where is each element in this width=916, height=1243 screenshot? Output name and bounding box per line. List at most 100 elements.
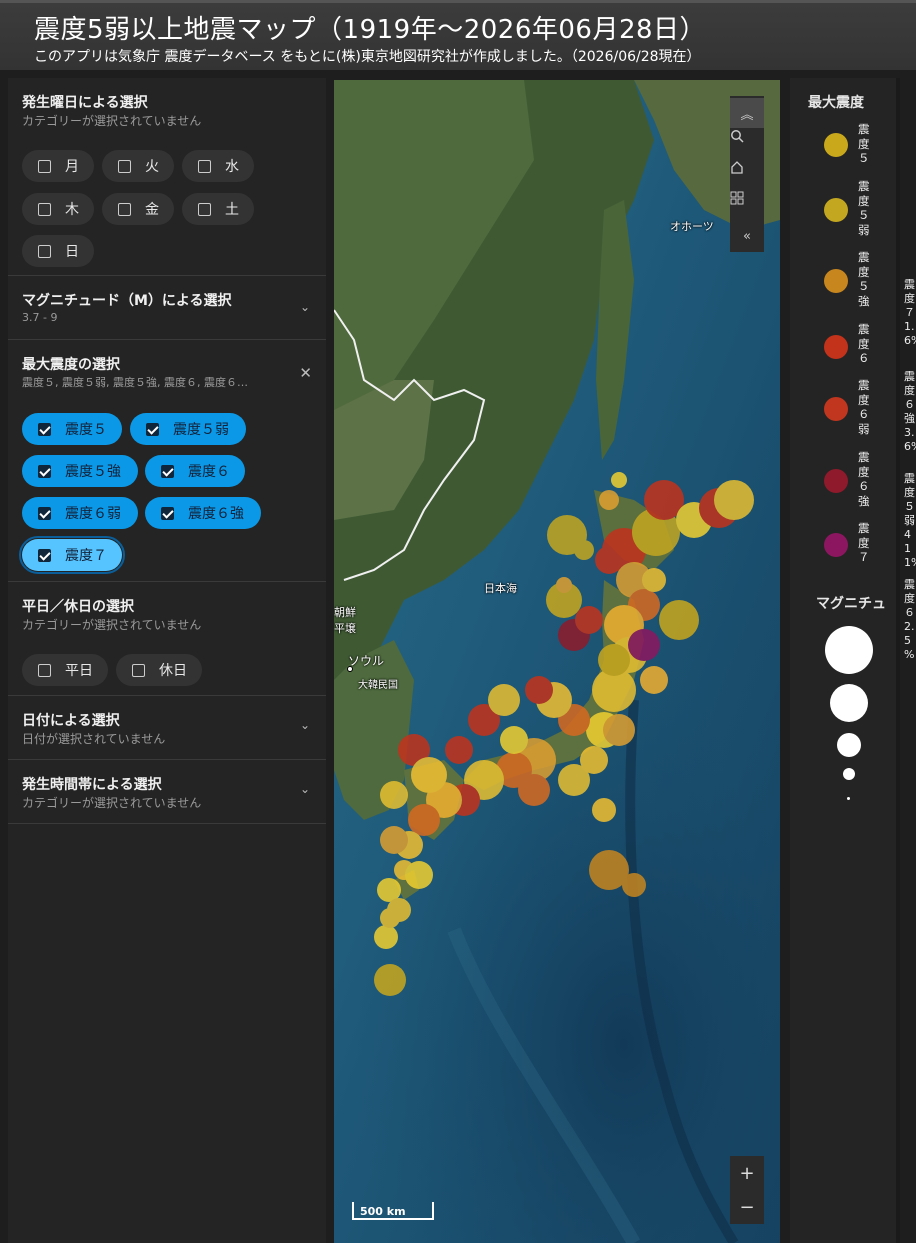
chip-label: 金 [145,202,159,218]
legend-label: 震度５弱 [858,179,870,237]
chip-intensity-5[interactable]: 震度５ [22,413,122,445]
magnitude-range: 3.7 - 9 [22,311,58,324]
map-label-korea: 大韓民国 [358,680,398,691]
chip-intensity-6[interactable]: 震度６ [145,455,245,487]
chevrons-left-icon[interactable]: « [730,221,764,251]
clipped-stat: 震度５弱 41 1% [904,472,916,569]
magnitude-legend-title: マグニチュ [816,596,886,612]
chip-weekday-thu[interactable]: 木 [22,193,94,225]
chip-label: 火 [145,159,159,175]
legend-title: 最大震度 [808,95,864,111]
seoul-point-icon [347,666,353,672]
legend-swatch-5-upper [824,269,848,293]
holiday-filter: 平日／休日の選択 カテゴリーが選択されていません 平日 休日 [8,582,326,696]
chip-label: 平日 [65,663,93,679]
search-icon[interactable] [730,129,764,159]
legend-label: 震度６強 [858,450,870,508]
chip-weekday-mon[interactable]: 月 [22,150,94,182]
filter-panel: 発生曜日による選択 カテゴリーが選択されていません 月 火 水 木 金 土 日 … [8,78,326,1243]
legend-label: 震度７ [858,521,870,564]
magnitude-filter[interactable]: マグニチュード（M）による選択 3.7 - 9 ⌄ [8,276,326,340]
chip-intensity-7[interactable]: 震度７ [19,536,125,574]
chip-label: 震度６ [188,464,230,480]
zoom-in-button[interactable]: + [730,1156,764,1190]
chip-weekday-wed[interactable]: 水 [182,150,254,182]
legend-swatch-7 [824,533,848,557]
checkbox-checked-icon [161,506,174,520]
earthquake-map[interactable]: オホーツ 日本海 朝鮮 平壌 ソウル 大韓民国 ︽ « + − 500 km [334,80,780,1243]
legend-label: 震度６弱 [858,378,870,436]
legend-label: 震度６ [858,322,870,365]
chip-label: 日 [65,244,79,260]
weekday-filter: 発生曜日による選択 カテゴリーが選択されていません 月 火 水 木 金 土 日 [8,78,326,276]
magnitude-filter-title: マグニチュード（M）による選択 [22,293,232,309]
checkbox-icon [132,663,145,677]
map-label-pyongyang: 平壌 [334,622,356,635]
chip-intensity-5-lower[interactable]: 震度５弱 [130,413,246,445]
chevron-down-icon[interactable]: ⌄ [300,782,310,796]
checkbox-icon [38,159,51,173]
qr-grid-icon[interactable] [730,191,764,221]
weekday-filter-title: 発生曜日による選択 [22,95,148,111]
chip-intensity-6-lower[interactable]: 震度６弱 [22,497,138,529]
checkbox-icon [198,159,211,173]
legend-swatch-5 [824,133,848,157]
checkbox-icon [38,202,51,216]
legend-label: 震度５ [858,122,870,165]
checkbox-icon [118,159,131,173]
legend-label: 震度５強 [858,250,870,308]
map-label-okhotsk: オホーツ [670,220,714,233]
app-subtitle: このアプリは気象庁 震度データベース をもとに(株)東京地図研究社が作成しました… [34,49,701,65]
home-icon[interactable] [730,160,764,190]
app-title: 震度5弱以上地震マップ（1919年〜2026年06月28日） [34,15,707,45]
chip-weekday-fri[interactable]: 金 [102,193,174,225]
scale-bar-label: 500 km [360,1205,406,1218]
holiday-filter-title: 平日／休日の選択 [22,599,134,615]
chip-intensity-5-upper[interactable]: 震度５強 [22,455,138,487]
weekday-filter-status: カテゴリーが選択されていません [22,114,202,128]
magnitude-circle-largest [825,626,873,674]
chip-weekday-tue[interactable]: 火 [102,150,174,182]
chip-label: 土 [225,202,239,218]
chip-weekday-type[interactable]: 平日 [22,654,108,686]
chip-intensity-6-upper[interactable]: 震度６強 [145,497,261,529]
map-label-north-korea: 朝鮮 [334,606,356,619]
chevron-down-icon[interactable]: ⌄ [300,718,310,732]
checkbox-icon [38,663,51,677]
chip-label: 震度６強 [188,506,244,522]
map-label-seoul: ソウル [348,654,385,668]
magnitude-circle-large [830,684,868,722]
clear-selection-icon[interactable]: ✕ [299,364,312,382]
legend-swatch-6 [824,335,848,359]
holiday-filter-status: カテゴリーが選択されていません [22,618,202,632]
chip-label: 水 [225,159,239,175]
checkbox-checked-icon [146,422,159,436]
intensity-filter: 最大震度の選択 震度５, 震度５弱, 震度５強, 震度６, 震度６… ✕ 震度５… [8,340,326,582]
checkbox-icon [118,202,131,216]
clipped-stats-column: 震度７ 1. 6% 震度６強 3. 6% 震度５弱 41 1% 震度６ 2.5 … [900,278,916,678]
clipped-stat: 震度７ 1. 6% [904,278,916,347]
chip-label: 木 [65,202,79,218]
checkbox-checked-icon [38,422,51,436]
chip-label: 休日 [159,663,187,679]
chip-label: 震度５弱 [173,422,229,438]
map-toolbar: ︽ « [730,96,764,252]
timeband-filter[interactable]: 発生時間帯による選択 カテゴリーが選択されていません ⌄ [8,760,326,824]
checkbox-checked-icon [161,464,174,478]
chip-label: 震度５ [65,422,107,438]
chevrons-up-icon[interactable]: ︽ [730,98,764,128]
date-filter[interactable]: 日付による選択 日付が選択されていません ⌄ [8,696,326,760]
legend-swatch-5-lower [824,198,848,222]
zoom-out-button[interactable]: − [730,1190,764,1224]
chevron-down-icon[interactable]: ⌄ [300,300,310,314]
magnitude-circle-small [843,768,855,780]
zoom-control: + − [730,1156,764,1224]
clipped-stat: 震度６強 3. 6% [904,370,916,453]
legend-swatch-6-upper [824,469,848,493]
chip-weekday-sat[interactable]: 土 [182,193,254,225]
legend-panel: 最大震度 震度５ 震度５弱 震度５強 震度６ 震度６弱 震度６強 震度７ マグニ… [790,78,896,1243]
map-basemap [334,80,780,1243]
chip-holiday-type[interactable]: 休日 [116,654,202,686]
date-filter-status: 日付が選択されていません [22,732,166,746]
chip-weekday-sun[interactable]: 日 [22,235,94,267]
